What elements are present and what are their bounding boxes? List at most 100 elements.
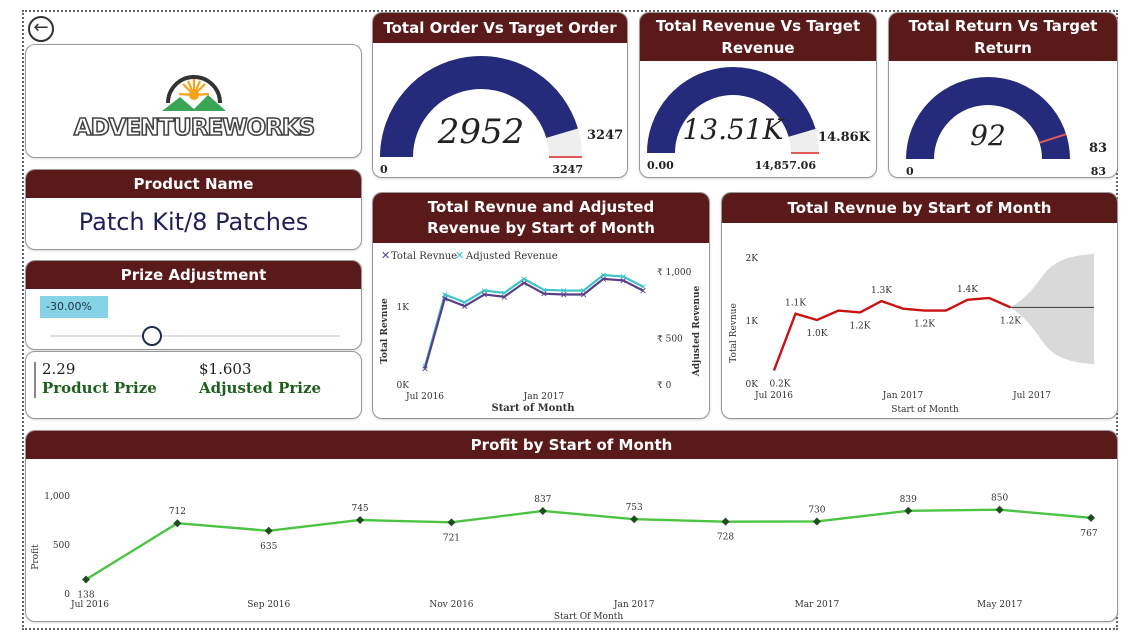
gauge-value: 13.51K [682, 113, 785, 146]
y2-axis-title: Adjusted Revenue [692, 286, 702, 378]
series-line-profit [85, 508, 1092, 581]
chart-title: Profit by Start of Month [26, 431, 1117, 459]
product-name-header: Product Name [26, 170, 361, 198]
revenue-forecast-chart: 0.2K 1.1K 1.0K 1.2K 1.3K 1.2K 1.4K 1.2K 0K 1K 2K To… [729, 253, 1094, 415]
y2-tick-label: ₹ 0 [657, 381, 672, 391]
data-label: 745 [351, 504, 368, 514]
data-point [630, 515, 639, 524]
data-point: ✕ [520, 279, 528, 289]
gauge-returns: 92 0 83 83 [906, 77, 1107, 177]
data-label: 0.2K [769, 379, 790, 389]
data-label: 837 [534, 495, 551, 505]
y-tick-label: 0K [397, 381, 410, 391]
x-tick-label: Sep 2016 [247, 600, 290, 610]
x-tick-label: Mar 2017 [795, 600, 840, 610]
data-label: 1.2K [1000, 316, 1021, 326]
data-label: 1.2K [849, 321, 870, 331]
gauge-target-label: 3247 [587, 128, 623, 143]
gauge-value: 2952 [437, 112, 525, 152]
revenue-adjusted-chart: ✕ Total Revnue✕ Adjusted Revenue0K1K₹ 0₹ 5… [380, 249, 702, 414]
data-label: 753 [626, 503, 643, 513]
gauge-title: Total Revenue Vs Target Revenue [640, 13, 876, 61]
y-tick-label: 0K [746, 380, 759, 390]
y-axis-title: Profit [31, 544, 41, 570]
data-point [538, 506, 547, 515]
data-point [1087, 513, 1095, 522]
x-tick-label: Jul 2016 [754, 391, 793, 401]
data-point [264, 526, 273, 535]
adjusted-prize-label: Adjusted Prize [199, 379, 322, 397]
data-point: ✕ [619, 277, 627, 287]
chart-title: Total Revnue by Start of Month [722, 193, 1117, 223]
chart-title: Total Revnue and Adjusted Revenue by Sta… [373, 193, 709, 243]
profit-card: Profit by Start of Month 0 500 1,000 Profit… [25, 430, 1118, 622]
data-label: 712 [169, 507, 186, 517]
x-tick-label: Nov 2016 [429, 600, 473, 610]
prize-value-box: -30.00% [40, 296, 108, 318]
gauge-max-label: 83 [1091, 165, 1106, 177]
y-tick-label: 1K [746, 317, 759, 327]
data-point [356, 515, 365, 524]
data-point: ✕ [441, 295, 449, 305]
adjusted-prize-value: $1.603 [199, 360, 252, 378]
profit-chart: 0 500 1,000 Profit 138 712 635 745 721 837 753 728 7… [31, 492, 1098, 622]
y-tick-label: 1,000 [44, 492, 70, 502]
data-point: ✕ [481, 291, 489, 301]
y-tick-label: 2K [746, 254, 759, 264]
product-prize-value: 2.29 [42, 360, 76, 378]
data-point: ✕ [560, 291, 568, 301]
data-label: 1.0K [806, 329, 827, 339]
data-label: 1.4K [957, 285, 978, 295]
revenue-forecast-card: Total Revnue by Start of Month 0.2K 1.1K 1… [721, 192, 1118, 419]
data-point [812, 517, 821, 526]
data-point: ✕ [639, 287, 647, 297]
data-point: ✕ [421, 365, 429, 375]
data-label: 839 [900, 495, 917, 505]
slider-thumb[interactable] [141, 326, 162, 346]
y-tick-label: 0 [64, 590, 70, 600]
legend-marker: ✕ [455, 249, 464, 262]
y2-tick-label: ₹ 1,000 [657, 268, 692, 278]
gauge-orders: 2952 0 3247 3247 [380, 56, 623, 176]
data-label: 138 [77, 590, 94, 600]
series-line-total-revenue [423, 277, 644, 369]
gauge-card-returns: Total Return Vs Target Return 92 0 83 83 [888, 12, 1118, 178]
x-axis-title: Start of Month [491, 403, 575, 414]
x-axis-title: Start of Month [891, 405, 959, 415]
prize-adjustment-header: Prize Adjustment [26, 261, 361, 289]
x-tick-label: Jul 2016 [405, 392, 444, 402]
product-prize-label: Product Prize [42, 379, 157, 397]
data-label: 721 [443, 533, 460, 543]
x-axis-title: Start Of Month [554, 612, 624, 622]
adventure-works-logo: ADVENTUREWORKS [73, 75, 316, 142]
y-tick-label: 1K [397, 303, 410, 313]
y2-tick-label: ₹ 500 [657, 335, 683, 345]
gauge-title: Total Return Vs Target Return [889, 13, 1117, 61]
gauge-card-orders: Total Order Vs Target Order 2952 0 3247 324… [372, 12, 628, 178]
back-arrow-icon[interactable]: ← [28, 16, 54, 42]
gauge-min-label: 0 [906, 165, 914, 177]
x-tick-label: Jan 2017 [613, 600, 655, 610]
legend-marker: ✕ [381, 249, 390, 262]
logo-card: ADVENTUREWORKS [25, 44, 362, 158]
gauge-min-label: 0.00 [647, 159, 674, 172]
data-label: 635 [260, 542, 277, 552]
x-tick-label: Jul 2017 [1012, 391, 1051, 401]
prize-values-card: 2.29 Product Prize $1.603 Adjusted Prize [25, 351, 362, 419]
data-point: ✕ [600, 275, 608, 285]
y-axis-title: Total Revnue [380, 298, 390, 364]
x-tick-label: May 2017 [977, 600, 1023, 610]
data-point: ✕ [461, 303, 469, 313]
y-tick-label: 500 [53, 541, 70, 551]
gauge-min-label: 0 [380, 163, 388, 176]
data-label: 1.1K [785, 299, 806, 309]
slider-track[interactable] [50, 335, 340, 337]
gauge-value: 92 [970, 119, 1006, 152]
product-name-card: Product Name Patch Kit/8 Patches [25, 169, 362, 250]
legend-total-revenue: Total Revnue [391, 251, 457, 262]
data-point: ✕ [580, 291, 588, 301]
gauge-card-revenue: Total Revenue Vs Target Revenue 13.51K 0.… [639, 12, 877, 178]
data-point [995, 505, 1004, 514]
gauge-target-label: 83 [1089, 141, 1107, 156]
gauge-title: Total Order Vs Target Order [373, 13, 627, 43]
